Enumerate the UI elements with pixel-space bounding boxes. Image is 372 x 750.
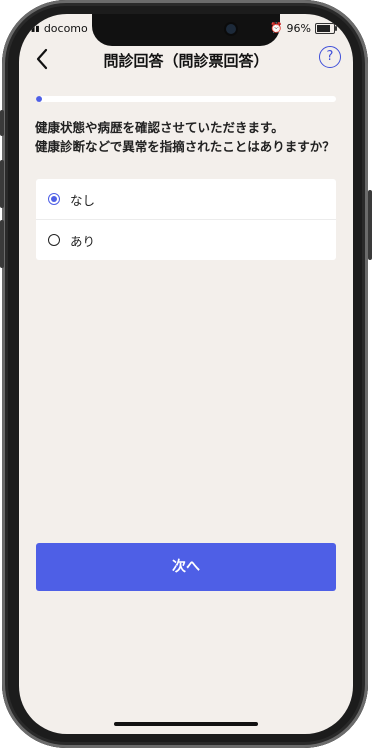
front-camera xyxy=(226,24,236,34)
option-none[interactable]: なし xyxy=(36,179,336,219)
option-label: なし xyxy=(70,192,96,208)
battery-icon xyxy=(315,23,337,34)
volume-up-button xyxy=(0,160,4,208)
carrier-label: docomo xyxy=(43,22,88,35)
battery-percent: 96% xyxy=(286,22,311,35)
radio-icon[interactable] xyxy=(48,193,60,205)
volume-down-button xyxy=(0,220,4,268)
question-text: 健康状態や病歴を確認させていただきます。 健康診断などで異常を指摘されたことはあ… xyxy=(35,120,335,154)
radio-icon[interactable] xyxy=(48,234,60,246)
next-button[interactable]: 次へ xyxy=(36,543,336,591)
home-indicator[interactable] xyxy=(114,722,258,726)
status-right: ⏰ 96% xyxy=(270,22,337,35)
progress-fill xyxy=(36,96,42,102)
progress-bar xyxy=(36,96,336,102)
page-title: 問診回答（問診票回答） xyxy=(103,52,269,70)
option-label: あり xyxy=(70,233,96,249)
help-button[interactable]: ? xyxy=(319,46,341,68)
answer-options: なし あり xyxy=(36,179,336,260)
help-icon: ? xyxy=(326,49,334,64)
alarm-icon: ⏰ xyxy=(270,23,283,34)
power-button xyxy=(368,190,372,260)
app-screen: ▮▮ docomo ⏰ 96% 問診回答（問診票回答） ? 健康状態や病歴を確認… xyxy=(19,14,353,734)
header: 問診回答（問診票回答） ? xyxy=(19,42,353,80)
option-yes[interactable]: あり xyxy=(36,219,336,260)
mute-switch xyxy=(0,110,4,136)
signal-icon: ▮▮ xyxy=(31,24,40,33)
